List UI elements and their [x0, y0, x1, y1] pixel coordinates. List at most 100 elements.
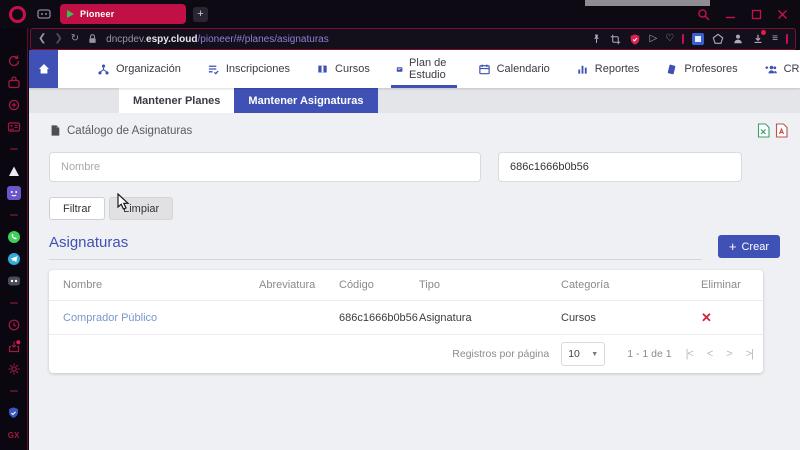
extension-icon[interactable] — [692, 33, 704, 45]
maximize-button[interactable] — [751, 9, 762, 20]
aria-ai-icon[interactable] — [7, 94, 21, 116]
menu-icon[interactable]: ≡ — [772, 34, 778, 44]
back-icon[interactable]: ❮ — [38, 34, 46, 44]
player-card-icon[interactable] — [7, 116, 21, 138]
export-excel-icon[interactable] — [757, 123, 770, 138]
refresh-icon[interactable] — [7, 50, 21, 72]
workspace-icon[interactable] — [37, 8, 51, 20]
codigo-filter-input[interactable] — [498, 152, 742, 182]
section-title: Asignaturas — [49, 234, 128, 251]
first-page-icon[interactable]: |< — [686, 348, 693, 360]
gx-logo: GX — [8, 424, 20, 446]
home-icon — [37, 62, 51, 76]
flow-icon[interactable]: ▷ — [649, 34, 657, 44]
gx-downloads-icon[interactable] — [7, 336, 21, 358]
next-page-icon[interactable]: > — [726, 348, 731, 360]
gx-sidebar: GX ⋯ — [0, 28, 28, 450]
minimize-button[interactable] — [725, 9, 736, 20]
bookmark-heart-icon[interactable]: ♡ — [665, 34, 674, 44]
asignaturas-table: Nombre Abreviatura Código Tipo Categoría… — [49, 270, 763, 373]
reportes-icon — [576, 63, 589, 76]
table-row: Comprador Público 686c1666b0b56 Asignatu… — [49, 301, 763, 335]
browser-window: Pioneer + ❮ ❯ ↻ dncpdev.espy.cloud/pione… — [0, 0, 800, 450]
profile-icon[interactable] — [732, 33, 744, 45]
calendario-icon — [478, 63, 491, 76]
history-icon[interactable] — [7, 314, 21, 336]
shield-badge-icon[interactable] — [629, 33, 641, 46]
nav-item-cursos[interactable]: Cursos — [303, 50, 383, 88]
nombre-filter-input[interactable] — [49, 152, 481, 182]
background-window-fragment — [585, 0, 710, 6]
settings-gear-icon[interactable] — [7, 358, 21, 380]
home-button[interactable] — [29, 50, 58, 88]
subtab-row: Mantener Planes Mantener Asignaturas — [29, 88, 800, 113]
pagination-range: 1 - 1 de 1 — [627, 348, 671, 360]
cursos-icon — [316, 63, 329, 76]
divider — [10, 138, 18, 160]
close-button[interactable] — [777, 9, 788, 20]
snapshot-icon[interactable] — [610, 34, 621, 45]
crm-icon — [764, 63, 778, 76]
pagination-bar: Registros por página 10 ▼ 1 - 1 de 1 |< … — [49, 335, 763, 373]
page-title: Catálogo de Asignaturas — [67, 125, 192, 137]
search-icon[interactable] — [697, 8, 710, 21]
nav-item-organizacion[interactable]: Organización — [84, 50, 194, 88]
crear-button[interactable]: + Crear — [718, 235, 780, 258]
forward-icon[interactable]: ❯ — [54, 34, 62, 44]
organizacion-icon — [97, 63, 110, 76]
sidebar-overflow-icon[interactable]: ⋯ — [9, 446, 19, 450]
reload-icon[interactable]: ↻ — [71, 34, 79, 44]
pin-icon[interactable] — [591, 33, 602, 45]
telegram-icon[interactable] — [7, 248, 21, 270]
mouse-cursor — [117, 193, 131, 211]
delete-row-icon[interactable]: ✕ — [701, 310, 749, 326]
opera-logo-icon[interactable] — [9, 6, 26, 23]
nav-item-inscripciones[interactable]: Inscripciones — [194, 50, 303, 88]
browser-tab-pioneer[interactable]: Pioneer — [60, 4, 186, 24]
tab-mantener-asignaturas[interactable]: Mantener Asignaturas — [234, 88, 377, 113]
app-navbar: Organización Inscripciones Cursos Plan d… — [29, 50, 800, 88]
plan-de-estudio-icon — [396, 63, 403, 76]
gx-store-icon[interactable] — [7, 72, 21, 94]
col-tipo: Tipo — [419, 279, 561, 291]
page-size-select[interactable]: 10 ▼ — [561, 342, 605, 366]
download-badge-dot — [761, 30, 766, 35]
downloads-icon[interactable] — [752, 33, 764, 45]
col-codigo: Código — [339, 279, 419, 291]
tab-mantener-planes[interactable]: Mantener Planes — [119, 88, 234, 113]
web-app: Organización Inscripciones Cursos Plan d… — [29, 50, 800, 450]
col-categoria: Categoría — [561, 279, 701, 291]
pinned-site-icon[interactable] — [7, 160, 21, 182]
profesores-icon — [665, 63, 678, 76]
address-bar[interactable]: ❮ ❯ ↻ dncpdev.espy.cloud/pioneer/#/plane… — [30, 28, 796, 50]
row-codigo: 686c1666b0b56 — [339, 312, 419, 324]
adblock-shield-icon[interactable] — [7, 402, 20, 424]
nav-item-calendario[interactable]: Calendario — [465, 50, 563, 88]
last-page-icon[interactable]: >| — [746, 348, 753, 360]
col-abreviatura: Abreviatura — [259, 279, 339, 291]
sidebar-setup-icon[interactable] — [712, 33, 724, 45]
nav-item-plan-de-estudio[interactable]: Plan de Estudio — [383, 50, 465, 88]
export-pdf-icon[interactable] — [775, 123, 788, 138]
pagination-label: Registros por página — [452, 348, 549, 360]
whatsapp-icon[interactable] — [7, 226, 21, 248]
row-nombre-link[interactable]: Comprador Público — [63, 312, 259, 324]
nav-item-crm[interactable]: CRM — [751, 50, 800, 88]
url-text[interactable]: dncpdev.espy.cloud/pioneer/#/planes/asig… — [106, 34, 329, 45]
inscripciones-icon — [207, 63, 220, 76]
caret-down-icon: ▼ — [591, 351, 598, 358]
divider — [10, 380, 18, 402]
lock-icon[interactable] — [87, 33, 98, 45]
divider — [10, 204, 18, 226]
row-categoria: Cursos — [561, 312, 701, 324]
prev-page-icon[interactable]: < — [707, 348, 712, 360]
nav-item-profesores[interactable]: Profesores — [652, 50, 750, 88]
nav-item-reportes[interactable]: Reportes — [563, 50, 653, 88]
filtrar-button[interactable]: Filtrar — [49, 197, 105, 220]
section-divider: Asignaturas — [49, 234, 702, 260]
discord-icon[interactable] — [7, 270, 21, 292]
new-tab-button[interactable]: + — [193, 7, 208, 22]
row-tipo: Asignatura — [419, 312, 561, 324]
pinned-app-icon[interactable] — [7, 182, 21, 204]
favicon-play-icon — [67, 10, 74, 18]
